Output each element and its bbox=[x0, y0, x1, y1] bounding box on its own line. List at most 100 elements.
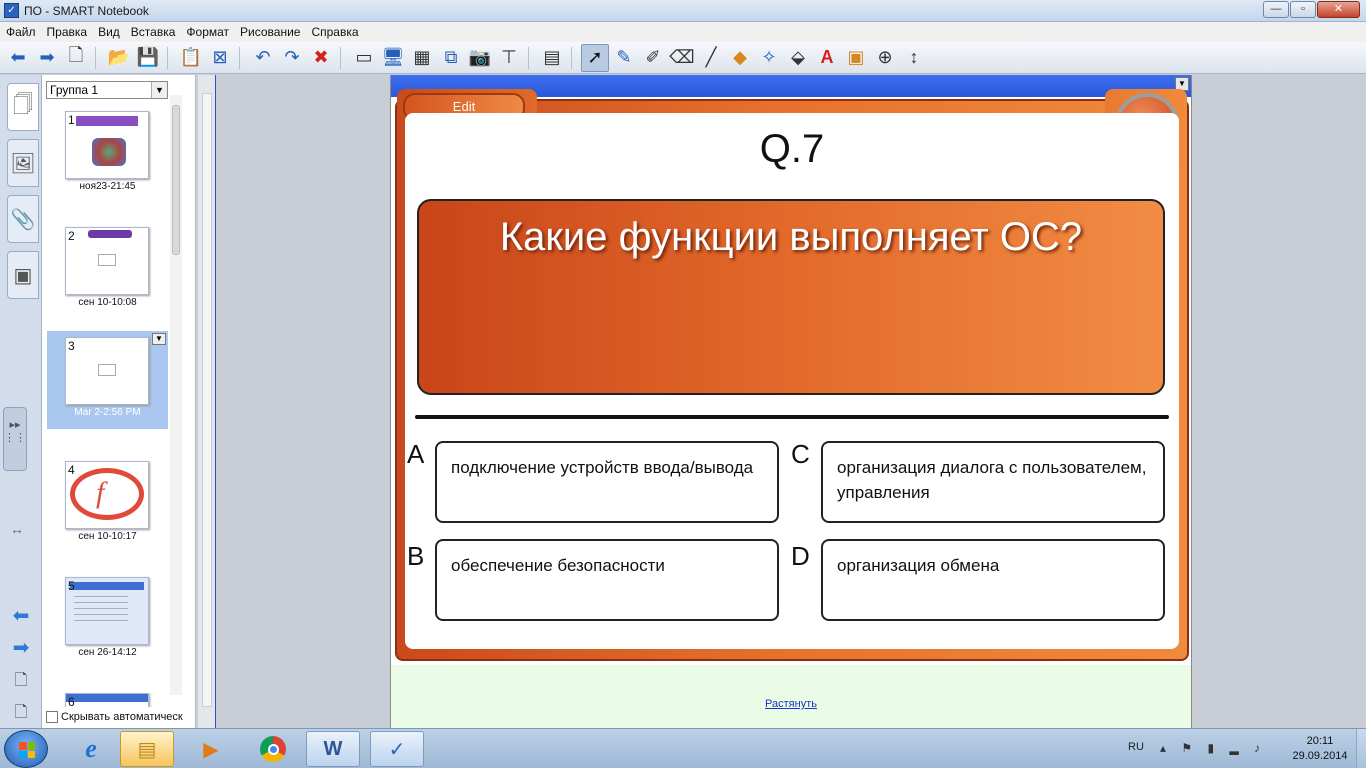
smart-notebook-icon[interactable]: ✓ bbox=[370, 731, 424, 767]
previous-page-icon[interactable]: ⬅ bbox=[8, 603, 34, 627]
chevron-down-icon: ▼ bbox=[151, 82, 167, 98]
clock[interactable]: 20:11 29.09.2014 bbox=[1280, 734, 1360, 764]
magic-pen-icon[interactable]: ✧ bbox=[755, 44, 783, 72]
page-thumbnail[interactable]: 2 сен 10-10:08 bbox=[47, 221, 168, 319]
sorter-scrollbar[interactable] bbox=[170, 95, 182, 695]
chrome-icon[interactable] bbox=[246, 731, 300, 767]
next-page-icon[interactable]: ➡ bbox=[8, 635, 34, 659]
option-letter: C bbox=[791, 439, 810, 469]
transparent-background-icon[interactable]: ▦ bbox=[408, 44, 436, 72]
dual-page-icon[interactable]: ⧉ bbox=[437, 44, 465, 72]
language-indicator[interactable]: RU bbox=[1128, 741, 1144, 753]
fill-icon[interactable]: ⬙ bbox=[784, 44, 812, 72]
text-icon[interactable]: A bbox=[813, 44, 841, 72]
window-title: ПО - SMART Notebook bbox=[24, 4, 149, 18]
pen-icon[interactable]: ✎ bbox=[610, 44, 638, 72]
preview-graphic bbox=[70, 468, 144, 520]
internet-explorer-icon[interactable]: e bbox=[64, 731, 118, 767]
menu-view[interactable]: Вид bbox=[98, 25, 127, 39]
screen-shade-icon[interactable]: ▭ bbox=[350, 44, 378, 72]
page-preview: 5 bbox=[65, 577, 149, 645]
redo-icon[interactable]: ↷ bbox=[278, 44, 306, 72]
preview-banner bbox=[88, 230, 132, 238]
add-page-icon[interactable]: 🗋 bbox=[8, 669, 34, 693]
file-explorer-icon[interactable]: ▤ bbox=[120, 731, 174, 767]
measure-tools-icon[interactable]: ⊕ bbox=[871, 44, 899, 72]
tray-icons[interactable]: ▴ ⚑ ▮ ▂ ♪ bbox=[1160, 741, 1266, 755]
word-icon[interactable]: W bbox=[306, 731, 360, 767]
page-thumbnail[interactable]: 1 ноя23-21:45 bbox=[47, 105, 168, 203]
properties-tab[interactable]: ▣ bbox=[7, 251, 39, 299]
properties-icon[interactable]: ▣ bbox=[842, 44, 870, 72]
workspace: ▼ Edit ? Q.7 Какие функции выполняет ОС?… bbox=[216, 75, 1366, 728]
full-screen-icon[interactable]: 🖥 bbox=[379, 44, 407, 72]
stretch-link[interactable]: Растянуть bbox=[391, 698, 1191, 710]
attachments-tab[interactable]: 📎 bbox=[7, 195, 39, 243]
undo-icon[interactable]: ↶ bbox=[249, 44, 277, 72]
open-folder-icon[interactable]: 📂 bbox=[105, 44, 133, 72]
group-select[interactable]: Группа 1 ▼ bbox=[46, 81, 168, 99]
delete-page-icon[interactable]: ⊠ bbox=[206, 44, 234, 72]
clock-date: 29.09.2014 bbox=[1292, 750, 1348, 762]
letter-f-icon: f bbox=[96, 476, 105, 509]
menu-file[interactable]: Файл bbox=[6, 25, 43, 39]
page-sorter: Группа 1 ▼ 1 ноя23-21:45 2 сен 10-10:08 … bbox=[42, 75, 196, 728]
show-desktop-button[interactable] bbox=[1356, 729, 1366, 768]
properties-icon: ▣ bbox=[13, 264, 33, 287]
menu-help[interactable]: Справка bbox=[311, 25, 365, 39]
line-icon[interactable]: ╱ bbox=[697, 44, 725, 72]
autohide-option[interactable]: Скрывать автоматическ bbox=[46, 711, 183, 723]
answer-option-b[interactable]: обеспечение безопасности bbox=[435, 539, 779, 621]
back-arrow-icon[interactable]: ⬅ bbox=[4, 44, 32, 72]
menu-format[interactable]: Формат bbox=[186, 25, 236, 39]
screen-capture-icon[interactable]: 📷 bbox=[466, 44, 494, 72]
toolbar-separator bbox=[239, 46, 245, 69]
answer-option-c[interactable]: организация диалога с пользователем, упр… bbox=[821, 441, 1165, 523]
title-bar: ✓ ПО - SMART Notebook — ▫ ✕ bbox=[0, 0, 1366, 22]
close-button[interactable]: ✕ bbox=[1317, 1, 1360, 18]
page-caption: сен 10-10:17 bbox=[78, 531, 137, 542]
menu-draw[interactable]: Рисование bbox=[240, 25, 307, 39]
page-thumbnail[interactable]: 6 bbox=[47, 687, 168, 707]
menu-edit[interactable]: Правка bbox=[47, 25, 95, 39]
delete-icon[interactable]: ✖ bbox=[307, 44, 335, 72]
collapse-panel-handle[interactable]: ▸▸ ⋮⋮ bbox=[3, 407, 27, 471]
table-icon[interactable]: ▤ bbox=[538, 44, 566, 72]
eraser-icon[interactable]: ⌫ bbox=[668, 44, 696, 72]
creative-pen-icon[interactable]: ✐ bbox=[639, 44, 667, 72]
splitter-scrollbar[interactable] bbox=[202, 93, 212, 707]
delete-page-icon[interactable]: 🗋 bbox=[8, 701, 34, 725]
move-toolbar-icon[interactable]: ↕ bbox=[900, 44, 928, 72]
preview-graphic bbox=[98, 254, 116, 266]
page-preview: 2 bbox=[65, 227, 149, 295]
panel-splitter[interactable] bbox=[198, 75, 216, 728]
page-menu-button[interactable]: ▼ bbox=[152, 333, 166, 345]
page-thumbnail-selected[interactable]: 3 ▼ Mar 2-2:56 PM bbox=[47, 331, 168, 429]
answer-option-a[interactable]: подключение устройств ввода/вывода bbox=[435, 441, 779, 523]
shapes-icon[interactable]: ◆ bbox=[726, 44, 754, 72]
page-thumbnail[interactable]: f 4 сен 10-10:17 bbox=[47, 455, 168, 553]
page-sorter-tab[interactable]: 🗍 bbox=[7, 83, 39, 131]
forward-arrow-icon[interactable]: ➡ bbox=[33, 44, 61, 72]
autohide-label: Скрывать автоматическ bbox=[61, 711, 183, 723]
select-icon[interactable]: ➚ bbox=[581, 43, 609, 72]
media-player-icon[interactable]: ▶ bbox=[184, 731, 238, 767]
notebook-page: ▼ Edit ? Q.7 Какие функции выполняет ОС?… bbox=[390, 75, 1192, 728]
paste-icon[interactable]: 📋 bbox=[177, 44, 205, 72]
document-camera-icon[interactable]: ⊤ bbox=[495, 44, 523, 72]
minimize-button[interactable]: — bbox=[1263, 1, 1289, 18]
answer-option-d[interactable]: организация обмена bbox=[821, 539, 1165, 621]
page-thumbnail[interactable]: 5 сен 26-14:12 bbox=[47, 571, 168, 669]
resize-arrows-icon[interactable]: ↔ bbox=[10, 521, 24, 537]
add-page-icon[interactable]: 🗋 bbox=[62, 44, 90, 72]
page-preview: 3 bbox=[65, 337, 149, 405]
maximize-button[interactable]: ▫ bbox=[1290, 1, 1316, 18]
page-number: 6 bbox=[68, 695, 75, 707]
scrollbar-thumb[interactable] bbox=[172, 105, 180, 255]
gallery-tab[interactable]: 🖼 bbox=[7, 139, 39, 187]
autohide-checkbox[interactable] bbox=[46, 711, 58, 723]
page-caption: Mar 2-2:56 PM bbox=[74, 407, 141, 418]
start-button[interactable] bbox=[4, 730, 48, 768]
save-icon[interactable]: 💾 bbox=[134, 44, 162, 72]
menu-insert[interactable]: Вставка bbox=[131, 25, 183, 39]
